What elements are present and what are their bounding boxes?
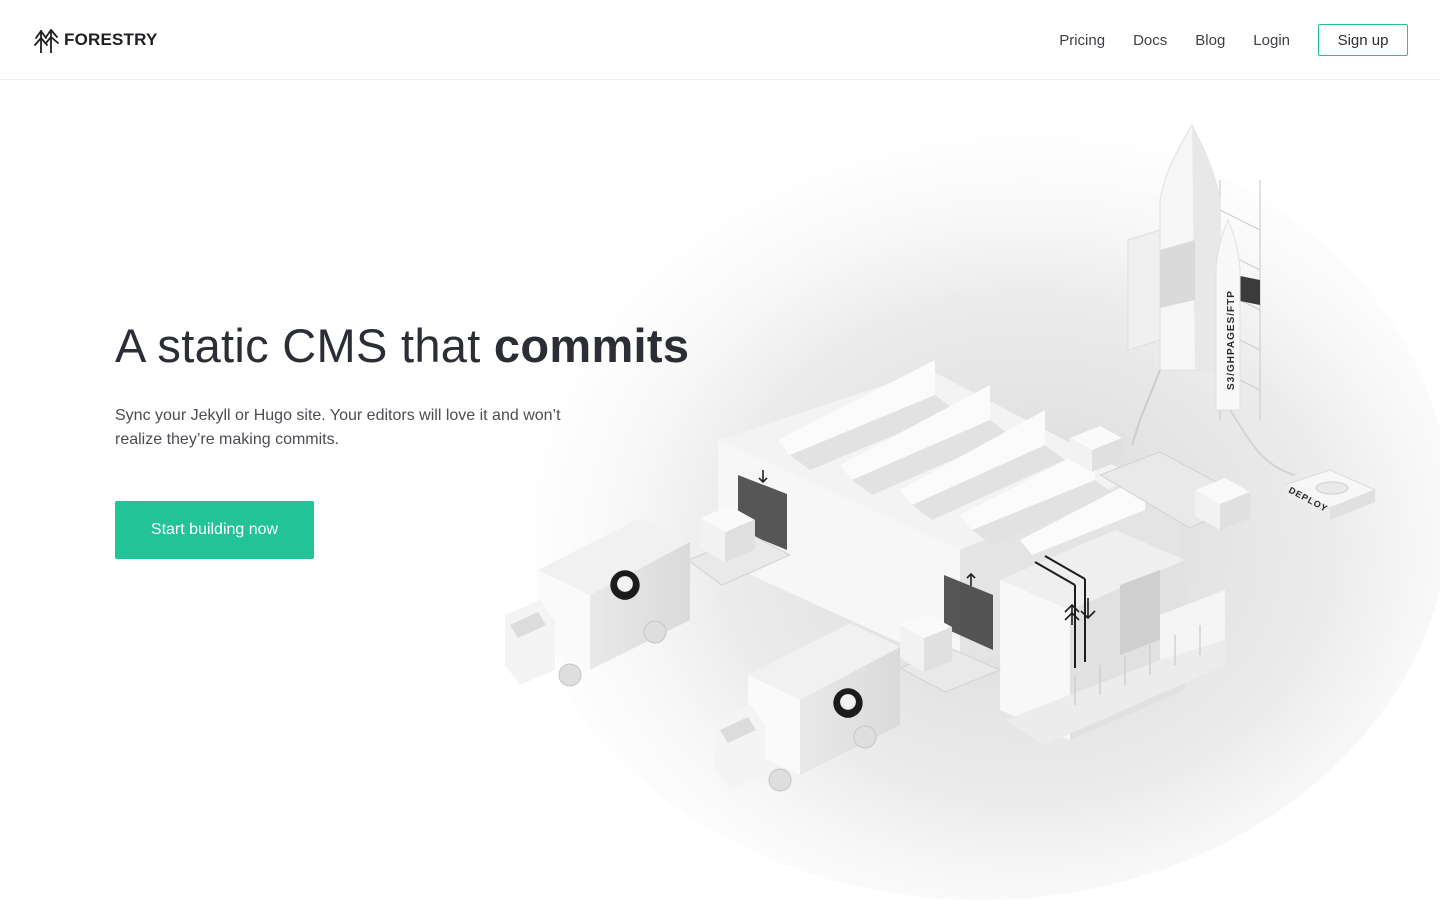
github-octocat-icon-2 xyxy=(833,688,863,718)
forestry-logo[interactable]: FORESTRY xyxy=(34,26,158,54)
main-nav: Pricing Docs Blog Login Sign up xyxy=(1059,24,1408,56)
nav-pricing-link[interactable]: Pricing xyxy=(1059,32,1105,49)
hero-headline: A static CMS that commits xyxy=(115,318,689,374)
site-header: FORESTRY Pricing Docs Blog Login Sign up xyxy=(0,0,1440,80)
headline-bold: commits xyxy=(493,319,690,372)
headline-regular: A static CMS that xyxy=(115,319,494,372)
logo-wordmark: FORESTRY xyxy=(64,30,158,49)
github-octocat-icon xyxy=(610,570,640,600)
nav-login-link[interactable]: Login xyxy=(1253,32,1290,49)
start-building-button[interactable]: Start building now xyxy=(115,501,314,559)
rocket-label: S3/GHPAGES/FTP xyxy=(1226,290,1237,390)
signup-button[interactable]: Sign up xyxy=(1318,24,1408,56)
hero-subhead: Sync your Jekyll or Hugo site. Your edit… xyxy=(115,407,561,448)
forestry-tree-logo-icon xyxy=(34,29,59,53)
nav-blog-link[interactable]: Blog xyxy=(1195,32,1225,49)
hero-section: A static CMS that commits Sync your Jeky… xyxy=(115,318,689,559)
nav-docs-link[interactable]: Docs xyxy=(1133,32,1167,49)
